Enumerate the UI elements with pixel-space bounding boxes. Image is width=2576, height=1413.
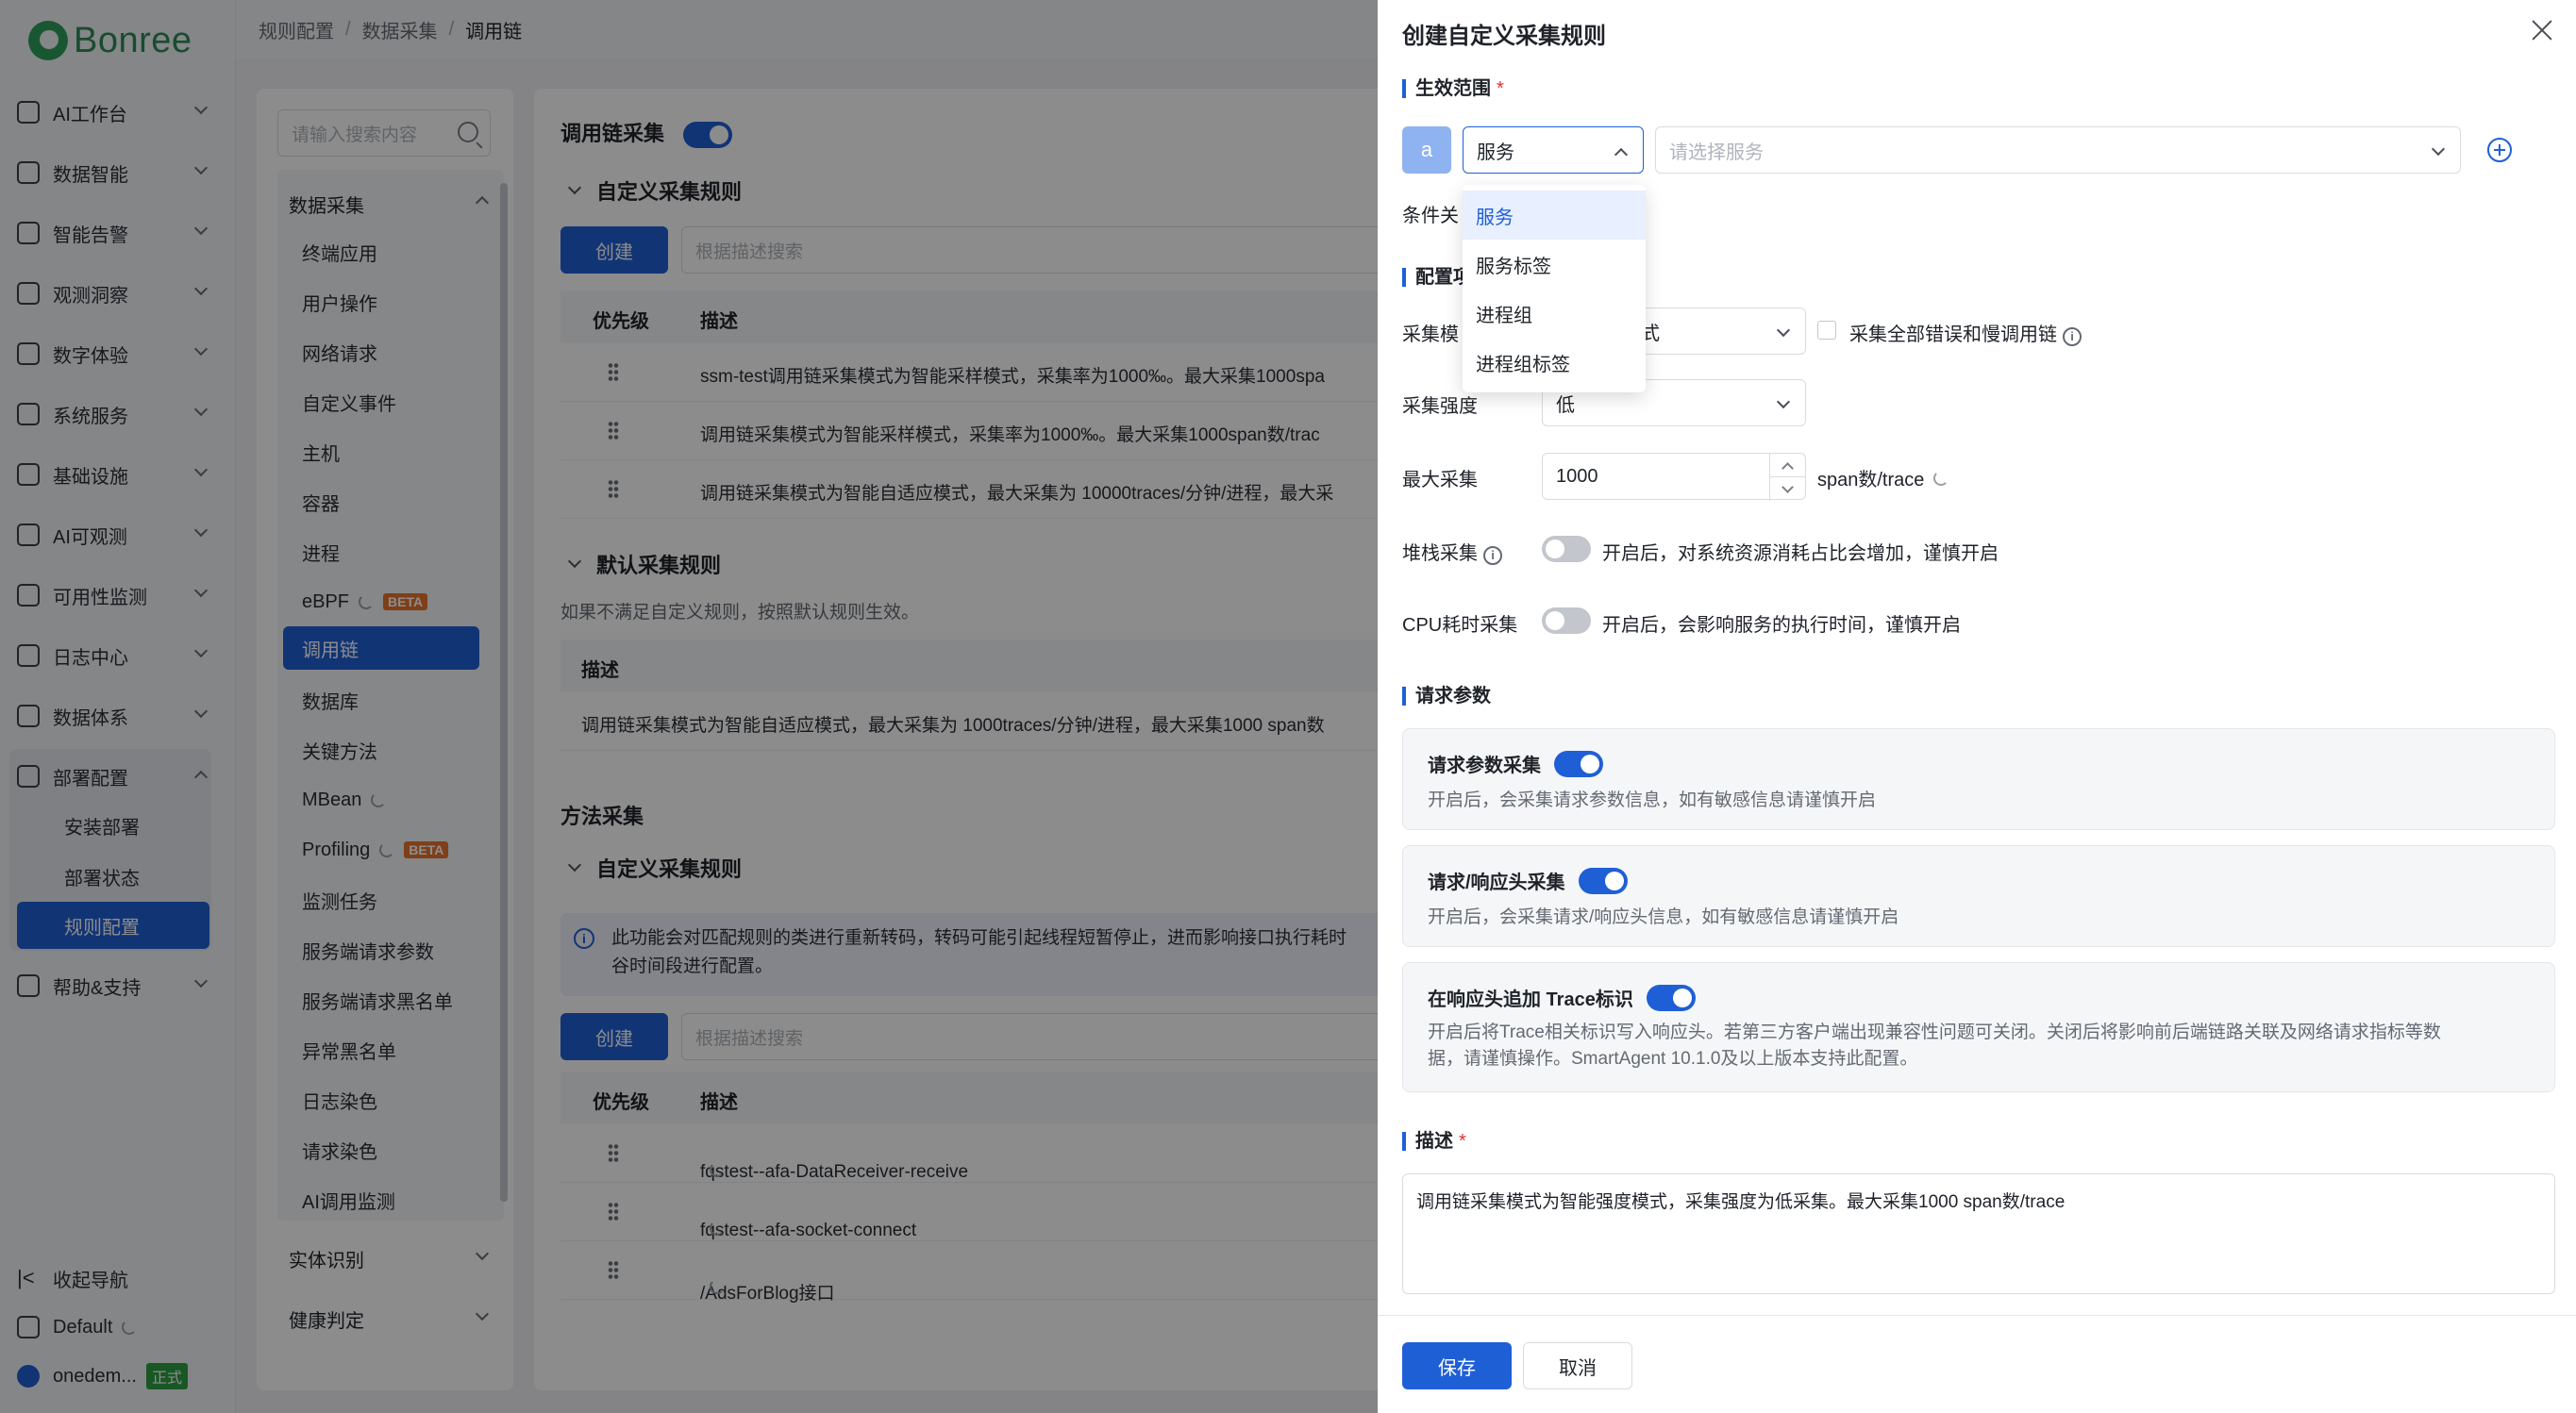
required-mark: * xyxy=(1459,1131,1466,1152)
scope-condition-tag: a xyxy=(1402,126,1451,174)
option-label: 进程组 xyxy=(1476,305,1532,326)
cpu-label: CPU耗时采集 xyxy=(1402,615,1518,636)
section-label: 请求参数 xyxy=(1415,686,1491,706)
dropdown-option-process-group-tag[interactable]: 进程组标签 xyxy=(1463,338,1646,387)
modal-mask[interactable] xyxy=(0,0,1378,1413)
stack-label: 堆栈采集 i xyxy=(1402,538,1502,565)
option-label: 服务标签 xyxy=(1476,256,1551,277)
select-value: 低 xyxy=(1556,394,1575,416)
card-title-text: 请求/响应头采集 xyxy=(1428,873,1565,893)
section-label: 描述 xyxy=(1415,1131,1453,1152)
save-button[interactable]: 保存 xyxy=(1402,1342,1512,1389)
save-label: 保存 xyxy=(1438,1357,1476,1379)
scope-section-title: 生效范围 * xyxy=(1402,79,1504,98)
stack-hint: 开启后，对系统资源消耗占比会增加，谨慎开启 xyxy=(1602,543,1999,564)
tag-text: a xyxy=(1420,138,1433,161)
config-section-title: 配置项 xyxy=(1402,268,1472,287)
card-desc: 开启后将Trace相关标识写入响应头。若第三方客户端出现兼容性问题可关闭。关闭后… xyxy=(1428,1020,2441,1072)
section-label: 生效范围 xyxy=(1415,78,1491,99)
max-unit: span数/trace xyxy=(1817,464,1949,491)
label-text: 采集全部错误和慢调用链 xyxy=(1849,324,2057,345)
card-title: 请求/响应头采集 xyxy=(1428,867,1628,894)
chevron-down-icon xyxy=(2431,141,2446,157)
textarea-value: 调用链采集模式为智能强度模式，采集强度为低采集。最大采集1000 span数/t… xyxy=(1416,1192,2066,1212)
unit-text: span数/trace xyxy=(1817,470,1925,490)
request-param-card: 请求参数采集 开启后，会采集请求参数信息，如有敏感信息请谨慎开启 xyxy=(1402,728,2555,830)
stack-toggle[interactable] xyxy=(1542,536,1591,562)
max-collect-label: 最大采集 xyxy=(1402,470,1478,490)
select-placeholder: 请选择服务 xyxy=(1669,141,1764,163)
trace-header-card: 在响应头追加 Trace标识 开启后将Trace相关标识写入响应头。若第三方客户… xyxy=(1402,962,2555,1092)
info-icon[interactable]: i xyxy=(1483,546,1502,565)
drawer-title: 创建自定义采集规则 xyxy=(1402,24,1606,49)
card-desc: 开启后，会采集请求参数信息，如有敏感信息请谨慎开启 xyxy=(1428,790,1877,810)
chevron-down-icon xyxy=(1776,394,1791,409)
required-mark: * xyxy=(1497,78,1504,99)
stepper-down-icon[interactable] xyxy=(1770,477,1805,501)
card-title: 在响应头追加 Trace标识 xyxy=(1428,984,1696,1011)
scope-type-dropdown: 服务 服务标签 进程组 进程组标签 xyxy=(1463,185,1646,392)
card-title-text: 请求参数采集 xyxy=(1428,756,1541,776)
intensity-label: 采集强度 xyxy=(1402,396,1478,417)
dropdown-option-service-tag[interactable]: 服务标签 xyxy=(1463,240,1646,289)
dropdown-option-process-group[interactable]: 进程组 xyxy=(1463,289,1646,338)
card-title: 请求参数采集 xyxy=(1428,750,1603,777)
description-textarea[interactable]: 调用链采集模式为智能强度模式，采集强度为低采集。最大采集1000 span数/t… xyxy=(1402,1173,2555,1294)
input-value: 1000 xyxy=(1556,465,1598,487)
mode-label: 采集模 xyxy=(1402,324,1459,345)
card-desc: 开启后，会采集请求/响应头信息，如有敏感信息请谨慎开启 xyxy=(1428,907,1899,927)
chevron-up-icon xyxy=(1614,147,1629,162)
scope-type-select[interactable]: 服务 xyxy=(1463,126,1644,174)
collect-all-label: 采集全部错误和慢调用链 i xyxy=(1849,319,2082,346)
cancel-label: 取消 xyxy=(1559,1357,1597,1379)
info-icon[interactable]: i xyxy=(2063,327,2082,346)
card-title-text: 在响应头追加 Trace标识 xyxy=(1428,989,1633,1010)
desc-line: 开启后将Trace相关标识写入响应头。若第三方客户端出现兼容性问题可关闭。关闭后… xyxy=(1428,1022,2441,1042)
chevron-down-icon xyxy=(1776,323,1791,338)
request-param-toggle[interactable] xyxy=(1554,750,1603,777)
number-stepper[interactable] xyxy=(1769,454,1805,501)
cpu-hint: 开启后，会影响服务的执行时间，谨慎开启 xyxy=(1602,615,1961,636)
request-section-title: 请求参数 xyxy=(1402,687,1491,706)
close-icon[interactable] xyxy=(2531,19,2553,42)
add-condition-icon[interactable] xyxy=(2487,138,2512,162)
select-value: 服务 xyxy=(1477,141,1514,163)
label-text: 条件关 xyxy=(1402,206,1459,226)
dropdown-option-service[interactable]: 服务 xyxy=(1463,191,1646,240)
option-label: 进程组标签 xyxy=(1476,354,1570,375)
header-collect-toggle[interactable] xyxy=(1578,867,1628,894)
collect-all-checkbox[interactable] xyxy=(1817,321,1836,340)
header-collect-card: 请求/响应头采集 开启后，会采集请求/响应头信息，如有敏感信息请谨慎开启 xyxy=(1402,845,2555,947)
desc-line: 据，请谨慎操作。SmartAgent 10.1.0及以上版本支持此配置。 xyxy=(1428,1049,1918,1069)
label-text: 堆栈采集 xyxy=(1402,543,1478,564)
stepper-up-icon[interactable] xyxy=(1770,454,1805,477)
drawer-footer: 保存 取消 xyxy=(1378,1315,2576,1413)
option-label: 服务 xyxy=(1476,207,1514,228)
service-select[interactable]: 请选择服务 xyxy=(1655,126,2461,174)
max-collect-input[interactable]: 1000 xyxy=(1542,453,1806,501)
loading-icon xyxy=(1933,471,1949,486)
cancel-button[interactable]: 取消 xyxy=(1523,1342,1632,1389)
cpu-toggle[interactable] xyxy=(1542,607,1591,634)
trace-header-toggle[interactable] xyxy=(1646,984,1696,1011)
desc-section-title: 描述 * xyxy=(1402,1132,1466,1151)
